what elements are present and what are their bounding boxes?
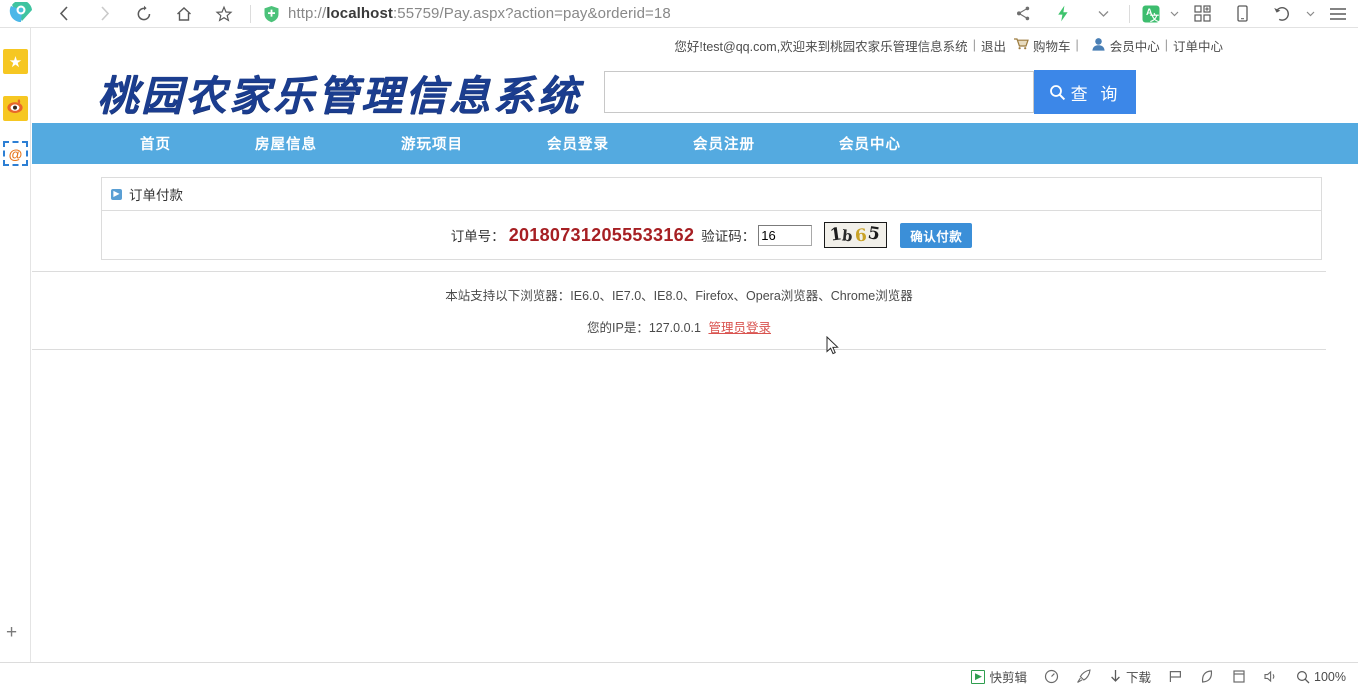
zoom-level-label: 100% <box>1314 669 1346 684</box>
clip-tool-label: 快剪辑 <box>989 671 1027 685</box>
history-dropdown-icon[interactable] <box>1302 0 1318 28</box>
greeting-text: 您好!test@qq.com,欢迎来到桃园农家乐管理信息系统 <box>674 39 968 54</box>
site-logo: 桃园农家乐管理信息系统 <box>97 72 581 120</box>
member-center-link[interactable]: 会员中心 <box>1110 36 1160 55</box>
window-icon <box>1232 669 1246 684</box>
order-number-value: 201807312055533162 <box>508 224 695 245</box>
captcha-image[interactable]: 1 b 6 5 <box>824 222 888 248</box>
translate-icon[interactable]: A 文 <box>1136 0 1166 28</box>
order-number-label: 订单号： <box>450 229 505 244</box>
toolbar-divider <box>250 4 251 23</box>
sep-1: | <box>972 38 976 52</box>
share-icon[interactable] <box>1003 0 1043 28</box>
nav-member-center[interactable]: 会员中心 <box>823 133 917 154</box>
user-top-links: 您好!test@qq.com,欢迎来到桃园农家乐管理信息系统 | 退出 购物车 … <box>32 29 1358 61</box>
history-undo-icon[interactable] <box>1262 0 1302 28</box>
clip-tool-button[interactable]: ▶ 快剪辑 <box>971 667 1027 686</box>
home-button[interactable] <box>164 0 204 28</box>
speed-dial-button[interactable] <box>1044 669 1059 684</box>
cart-icon <box>1013 37 1029 53</box>
back-button[interactable] <box>44 0 84 28</box>
search-button[interactable]: 查 询 <box>1034 70 1136 114</box>
clip-tool-icon: ▶ <box>971 669 986 684</box>
panel-header: ▶ 订单付款 <box>102 178 1321 211</box>
page-footer: 本站支持以下浏览器：IE6.0、IE7.0、IE8.0、Firefox、Oper… <box>32 271 1326 350</box>
svg-text:文: 文 <box>1149 12 1160 23</box>
hamburger-menu-icon[interactable] <box>1318 0 1358 28</box>
captcha-label: 验证码： <box>701 229 756 244</box>
order-center-link[interactable]: 订单中心 <box>1173 36 1223 55</box>
nav-home[interactable]: 首页 <box>124 133 187 154</box>
browser-status-bar: ▶ 快剪辑 下载 100% <box>0 662 1358 690</box>
url-text: http://localhost:55759/Pay.aspx?action=p… <box>288 5 671 22</box>
volume-icon <box>1263 669 1279 684</box>
main-navigation: 首页 房屋信息 游玩项目 会员登录 会员注册 会员中心 <box>32 123 1358 164</box>
forward-button[interactable] <box>84 0 124 28</box>
search-box: 查 询 <box>604 70 1136 114</box>
sidebar-item-mail[interactable]: @ <box>3 141 28 166</box>
captcha-input[interactable] <box>758 224 813 246</box>
search-magnifier-icon <box>1296 670 1310 684</box>
blue-square-bullet-icon: ▶ <box>111 188 122 200</box>
download-button[interactable]: 下载 <box>1109 667 1151 686</box>
volume-button[interactable] <box>1263 669 1279 684</box>
download-label: 下载 <box>1126 671 1152 685</box>
shield-scan-icon <box>1200 669 1215 684</box>
admin-login-link[interactable]: 管理员登录 <box>708 321 771 335</box>
reload-button[interactable] <box>124 0 164 28</box>
cart-link[interactable]: 购物车 <box>1033 36 1071 55</box>
shield-scan-button[interactable] <box>1200 669 1215 684</box>
browser-left-sidebar: ★ @ + <box>0 28 31 662</box>
window-button[interactable] <box>1232 669 1246 684</box>
green-shield-icon <box>263 5 280 23</box>
lightning-icon[interactable] <box>1043 0 1083 28</box>
member-avatar-icon <box>1091 37 1106 54</box>
sep-2: | <box>1075 38 1079 52</box>
browser-logo-icon <box>0 0 44 28</box>
toolbar-right-group: A 文 <box>1003 0 1358 28</box>
flag-icon <box>1168 669 1183 684</box>
panel-body: 订单号： 201807312055533162 验证码： 1 b 6 5 确认付… <box>102 211 1321 259</box>
apps-grid-icon[interactable] <box>1182 0 1222 28</box>
nav-activities[interactable]: 游玩项目 <box>385 133 479 154</box>
confirm-payment-button[interactable]: 确认付款 <box>900 222 973 248</box>
sidebar-item-favorites[interactable]: ★ <box>3 49 28 74</box>
nav-member-login[interactable]: 会员登录 <box>531 133 625 154</box>
nav-member-register[interactable]: 会员注册 <box>677 133 771 154</box>
zoom-level-button[interactable]: 100% <box>1296 670 1346 684</box>
sidebar-item-browse[interactable] <box>3 96 28 121</box>
eye-flame-icon <box>6 98 25 119</box>
toolbar-divider-2 <box>1129 4 1130 23</box>
rocket-button[interactable] <box>1076 669 1092 684</box>
nav-house-info[interactable]: 房屋信息 <box>239 133 333 154</box>
browser-toolbar: http://localhost:55759/Pay.aspx?action=p… <box>0 0 1358 28</box>
ip-line: 您的IP是：127.0.0.1 管理员登录 <box>587 317 771 336</box>
order-payment-panel: ▶ 订单付款 订单号： 201807312055533162 验证码： 1 b … <box>101 177 1322 260</box>
speed-dial-icon <box>1044 669 1059 684</box>
search-button-label: 查 询 <box>1070 84 1122 104</box>
sep-3: | <box>1164 38 1168 52</box>
star-icon: ★ <box>8 53 23 71</box>
search-magnifier-icon <box>1049 84 1066 101</box>
flag-button[interactable] <box>1168 669 1183 684</box>
sidebar-add-button[interactable]: + <box>6 622 17 644</box>
ip-text: 您的IP是：127.0.0.1 <box>587 321 701 335</box>
supported-browsers-text: 本站支持以下浏览器：IE6.0、IE7.0、IE8.0、Firefox、Oper… <box>445 289 913 303</box>
search-input[interactable] <box>604 71 1034 113</box>
translate-dropdown-icon[interactable] <box>1166 0 1182 28</box>
address-bar[interactable]: http://localhost:55759/Pay.aspx?action=p… <box>257 0 1003 28</box>
bookmark-star-icon[interactable] <box>204 0 244 28</box>
download-icon <box>1109 669 1122 684</box>
web-page-content: 您好!test@qq.com,欢迎来到桃园农家乐管理信息系统 | 退出 购物车 … <box>32 29 1358 662</box>
panel-title: 订单付款 <box>129 188 183 203</box>
rocket-icon <box>1076 669 1092 684</box>
brand-search-row: 桃园农家乐管理信息系统 查 询 <box>32 61 1358 123</box>
mobile-view-icon[interactable] <box>1222 0 1262 28</box>
chevron-down-icon[interactable] <box>1083 0 1123 28</box>
logout-link[interactable]: 退出 <box>981 36 1006 55</box>
at-icon: @ <box>8 145 23 162</box>
